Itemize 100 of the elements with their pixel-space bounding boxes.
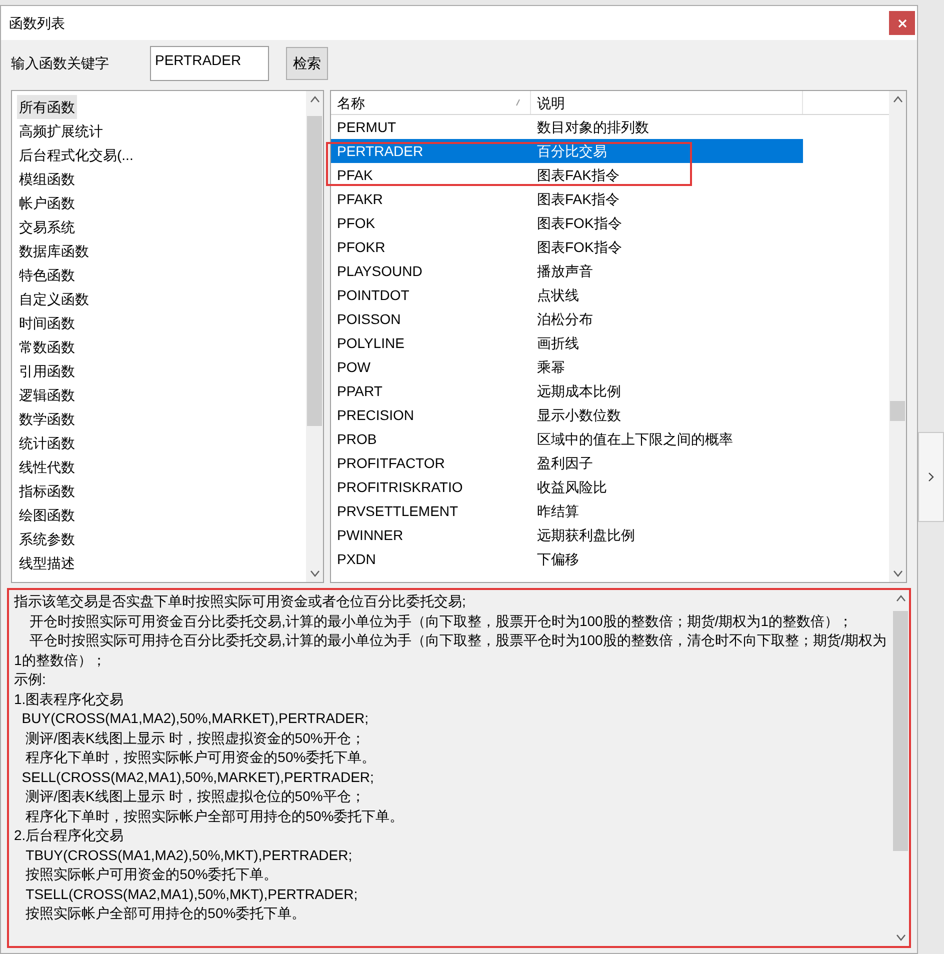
description-line: SELL(CROSS(MA2,MA1),50%,MARKET),PERTRADER; xyxy=(20,768,375,787)
table-row[interactable]: POLYLINE 画折线 xyxy=(331,331,803,355)
function-name: PFAK xyxy=(336,166,374,185)
table-row[interactable]: PROB 区域中的值在上下限之间的概率 xyxy=(331,427,803,451)
column-header[interactable]: 说明 xyxy=(531,91,803,114)
description-line: 示例: xyxy=(14,670,47,689)
category-item[interactable]: 线性代数 xyxy=(17,455,77,479)
function-name: POISSON xyxy=(336,310,402,329)
function-description: 百分比交易 xyxy=(536,142,607,161)
column-header[interactable]: 名称 xyxy=(331,91,531,114)
description-line: 1.图表程序化交易 xyxy=(14,690,125,708)
table-row[interactable]: PPART 远期成本比例 xyxy=(331,379,803,403)
table-row[interactable]: POISSON 泊松分布 xyxy=(331,307,803,331)
function-name: PROB xyxy=(336,430,378,449)
function-description: 播放声音 xyxy=(536,262,593,281)
function-name: PRECISION xyxy=(336,406,416,425)
category-item[interactable]: 绘图函数 xyxy=(17,503,77,527)
table-row[interactable]: PRVSETTLEMENT 昨结算 xyxy=(331,499,803,523)
category-item[interactable]: 统计函数 xyxy=(17,431,77,455)
function-description: 远期获利盘比例 xyxy=(536,526,635,545)
category-item[interactable]: 特色函数 xyxy=(17,263,77,287)
keyword-field[interactable]: PERTRADER xyxy=(150,46,269,80)
category-item[interactable]: 引用函数 xyxy=(17,359,77,383)
category-item[interactable]: 后台程式化交易(... xyxy=(17,143,136,167)
function-name: PERMUT xyxy=(336,118,398,137)
description-line: BUY(CROSS(MA1,MA2),50%,MARKET),PERTRADER; xyxy=(20,709,370,728)
table-row[interactable]: PFAKR 图表FAK指令 xyxy=(331,187,803,211)
function-name: PXDN xyxy=(336,550,377,569)
description-line: 按照实际帐户可用资金的50%委托下单。 xyxy=(24,865,279,884)
function-name: PLAYSOUND xyxy=(336,262,424,281)
category-item[interactable]: 指标函数 xyxy=(17,479,77,503)
category-item[interactable]: 自定义函数 xyxy=(17,287,91,311)
category-item[interactable]: 逻辑函数 xyxy=(17,383,77,407)
category-item[interactable]: 线型描述 xyxy=(17,551,77,575)
function-description: 远期成本比例 xyxy=(536,382,621,401)
function-name: PPART xyxy=(336,382,384,401)
scrollbar-thumb[interactable] xyxy=(307,116,322,426)
table-row[interactable]: PFOK 图表FOK指令 xyxy=(331,211,803,235)
table-row[interactable]: PERTRADER 百分比交易 xyxy=(331,139,803,163)
function-description: 昨结算 xyxy=(536,502,579,521)
function-description: 下偏移 xyxy=(536,550,579,569)
description-line: 测评/图表K线图上显示 时，按照虚拟资金的50%开仓； xyxy=(24,728,366,748)
description-line: 程序化下单时，按照实际帐户全部可用持仓的50%委托下单。 xyxy=(24,806,405,826)
function-name: PROFITRISKRATIO xyxy=(336,478,464,497)
function-description: 泊松分布 xyxy=(536,310,593,329)
function-description: 盈利因子 xyxy=(536,454,593,473)
scrollbar-thumb[interactable] xyxy=(890,401,905,421)
scrollbar[interactable] xyxy=(306,91,323,582)
search-label: 输入函数关键字 xyxy=(11,54,110,72)
category-item[interactable]: 模组函数 xyxy=(17,167,77,191)
function-description: 画折线 xyxy=(536,334,579,353)
category-item[interactable]: 所有函数 xyxy=(17,95,77,119)
table-row[interactable]: PLAYSOUND 播放声音 xyxy=(331,259,803,283)
table-row[interactable]: PFAK 图表FAK指令 xyxy=(331,163,803,187)
function-name: PWINNER xyxy=(336,526,404,545)
category-item[interactable]: 高频扩展统计 xyxy=(17,119,105,143)
window-title: 函数列表 xyxy=(9,14,65,32)
table-row[interactable]: PRECISION 显示小数位数 xyxy=(331,403,803,427)
category-item[interactable]: 数据库函数 xyxy=(17,239,91,263)
function-name: PFAKR xyxy=(336,190,384,209)
table-row[interactable]: PWINNER 远期获利盘比例 xyxy=(331,523,803,547)
function-name: PERTRADER xyxy=(336,142,424,161)
table-row[interactable]: PROFITRISKRATIO 收益风险比 xyxy=(331,475,803,499)
function-description: 图表FAK指令 xyxy=(536,190,620,209)
category-item[interactable]: 常数函数 xyxy=(17,335,77,359)
function-name: PFOK xyxy=(336,214,376,233)
function-description: 图表FAK指令 xyxy=(536,166,620,185)
description-line: 按照实际帐户全部可用持仓的50%委托下单。 xyxy=(24,904,307,923)
description-line: 程序化下单时，按照实际帐户可用资金的50%委托下单。 xyxy=(24,748,377,767)
function-name: PROFITFACTOR xyxy=(336,454,446,473)
function-name: PFOKR xyxy=(336,238,386,257)
scrollbar[interactable] xyxy=(889,91,906,582)
function-name: POW xyxy=(336,358,372,377)
table-row[interactable]: PROFITFACTOR 盈利因子 xyxy=(331,451,803,475)
close-button[interactable] xyxy=(889,11,915,35)
description-line: 测评/图表K线图上显示 时，按照虚拟仓位的50%平仓； xyxy=(24,787,366,806)
table-row[interactable]: PFOKR 图表FOK指令 xyxy=(331,235,803,259)
sort-icon xyxy=(516,99,520,106)
category-item[interactable]: 时间函数 xyxy=(17,311,77,335)
function-name: POLYLINE xyxy=(336,334,406,353)
function-description: 区域中的值在上下限之间的概率 xyxy=(536,430,733,449)
category-item[interactable]: 系统参数 xyxy=(17,527,77,551)
table-row[interactable]: PERMUT 数目对象的排列数 xyxy=(331,115,803,139)
scrollbar-thumb[interactable] xyxy=(893,611,908,851)
close-icon xyxy=(898,18,906,28)
category-item[interactable]: 数学函数 xyxy=(17,407,77,431)
category-item[interactable]: 帐户函数 xyxy=(17,191,77,215)
function-name: PRVSETTLEMENT xyxy=(336,502,460,521)
function-description: 数目对象的排列数 xyxy=(536,118,649,137)
chevron-right-icon xyxy=(928,472,934,482)
description-line: TBUY(CROSS(MA1,MA2),50%,MKT),PERTRADER; xyxy=(24,846,354,865)
table-row[interactable]: POINTDOT 点状线 xyxy=(331,283,803,307)
table-row[interactable]: POW 乘幂 xyxy=(331,355,803,379)
search-button[interactable]: 检索 xyxy=(286,46,328,80)
function-description: 显示小数位数 xyxy=(536,406,621,425)
description-line: 平仓时按照实际可用持仓百分比委托交易,计算的最小单位为手（向下取整，股票平仓时为100股的整数倍，清仓时不向下取整；期货/期权为1的整数倍）； xyxy=(14,631,888,670)
category-item[interactable]: 交易系统 xyxy=(17,215,77,239)
function-name: POINTDOT xyxy=(336,286,410,305)
function-description: 乘幂 xyxy=(536,358,565,377)
table-row[interactable]: PXDN 下偏移 xyxy=(331,547,803,571)
